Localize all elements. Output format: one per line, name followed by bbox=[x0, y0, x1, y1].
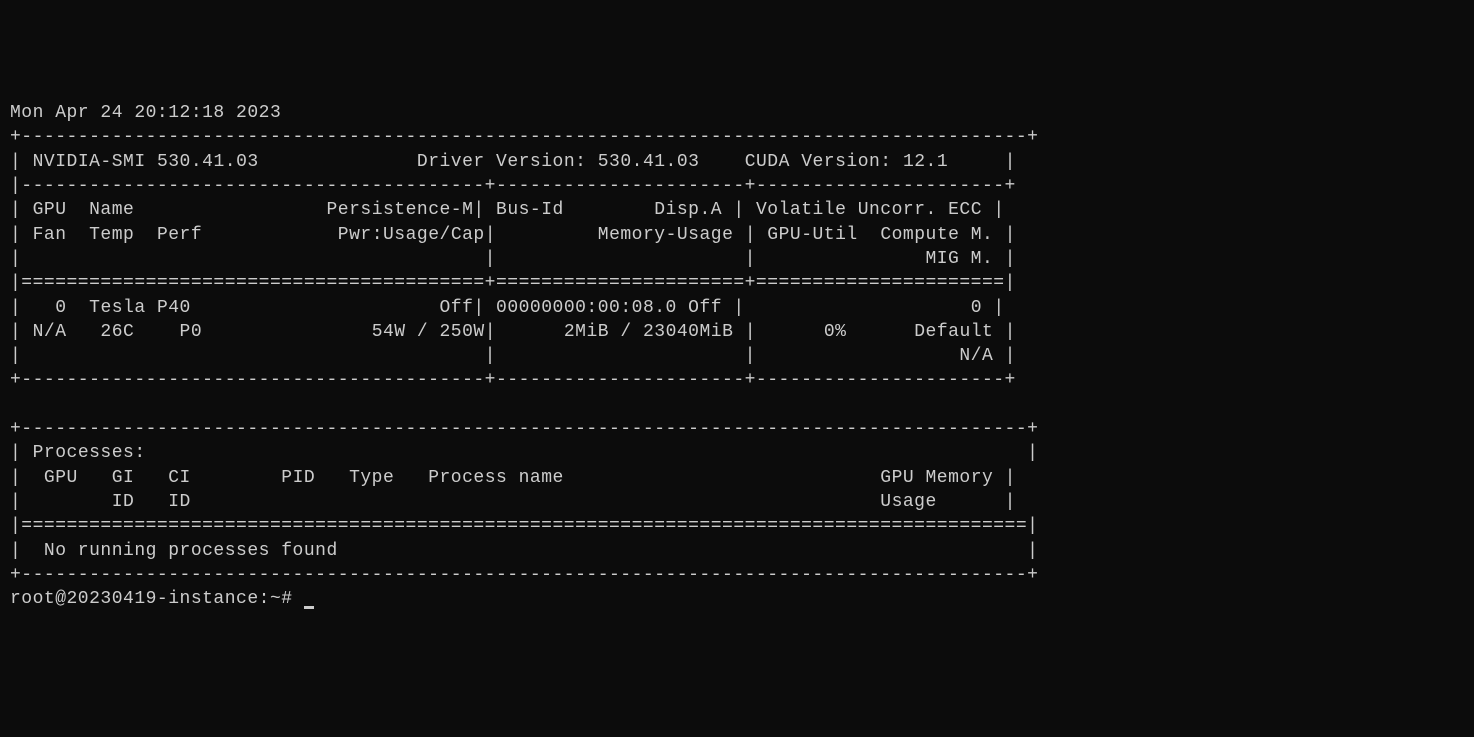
gpu-util: 0% bbox=[824, 322, 847, 342]
proc-gpu: GPU bbox=[44, 468, 78, 488]
terminal-output: Mon Apr 24 20:12:18 2023 +--------------… bbox=[10, 101, 1464, 611]
col-perf: Perf bbox=[157, 225, 202, 245]
processes-title: Processes: bbox=[33, 443, 146, 463]
driver-version: 530.41.03 bbox=[598, 152, 700, 172]
proc-pid: PID bbox=[281, 468, 315, 488]
col-gpu: GPU bbox=[33, 200, 67, 220]
col-temp: Temp bbox=[89, 225, 134, 245]
gpu-perf: P0 bbox=[180, 322, 203, 342]
cursor-icon bbox=[304, 606, 314, 609]
col-memory-usage: Memory-Usage bbox=[598, 225, 734, 245]
gpu-pwr-cap: 250W bbox=[440, 322, 485, 342]
col-gpu-util: GPU-Util bbox=[767, 225, 857, 245]
driver-label: Driver Version: bbox=[417, 152, 587, 172]
col-compute-m: Compute M. bbox=[880, 225, 993, 245]
col-name: Name bbox=[89, 200, 134, 220]
shell-prompt[interactable]: root@20230419-instance:~# bbox=[10, 589, 293, 609]
proc-usage: Usage bbox=[880, 492, 937, 512]
gpu-mem-used: 2MiB bbox=[564, 322, 609, 342]
col-persistence: Persistence-M bbox=[326, 200, 473, 220]
gpu-pwr-usage: 54W bbox=[372, 322, 406, 342]
col-bus-id: Bus-Id bbox=[496, 200, 564, 220]
cuda-version: 12.1 bbox=[903, 152, 948, 172]
gpu-ecc: 0 bbox=[971, 298, 982, 318]
gpu-bus-id: 00000000:00:08.0 bbox=[496, 298, 677, 318]
smi-version: 530.41.03 bbox=[157, 152, 259, 172]
col-volatile: Volatile Uncorr. ECC bbox=[756, 200, 982, 220]
proc-ci-id: ID bbox=[168, 492, 191, 512]
proc-gi-id: ID bbox=[112, 492, 135, 512]
col-pwr: Pwr:Usage/Cap bbox=[338, 225, 485, 245]
smi-label: NVIDIA-SMI bbox=[33, 152, 146, 172]
gpu-temp: 26C bbox=[100, 322, 134, 342]
col-fan: Fan bbox=[33, 225, 67, 245]
proc-type: Type bbox=[349, 468, 394, 488]
proc-gpu-memory: GPU Memory bbox=[880, 468, 993, 488]
gpu-persistence: Off bbox=[440, 298, 474, 318]
timestamp: Mon Apr 24 20:12:18 2023 bbox=[10, 103, 281, 123]
gpu-name: Tesla P40 bbox=[89, 298, 191, 318]
gpu-mem-total: 23040MiB bbox=[643, 322, 733, 342]
processes-message: No running processes found bbox=[44, 541, 338, 561]
col-mig-m: MIG M. bbox=[925, 249, 993, 269]
gpu-mig-m: N/A bbox=[959, 346, 993, 366]
col-disp-a: Disp.A bbox=[654, 200, 722, 220]
proc-ci: CI bbox=[168, 468, 191, 488]
gpu-index: 0 bbox=[55, 298, 66, 318]
proc-gi: GI bbox=[112, 468, 135, 488]
gpu-compute-m: Default bbox=[914, 322, 993, 342]
gpu-disp-a: Off bbox=[688, 298, 722, 318]
gpu-fan: N/A bbox=[33, 322, 67, 342]
proc-name: Process name bbox=[428, 468, 564, 488]
cuda-label: CUDA Version: bbox=[745, 152, 892, 172]
